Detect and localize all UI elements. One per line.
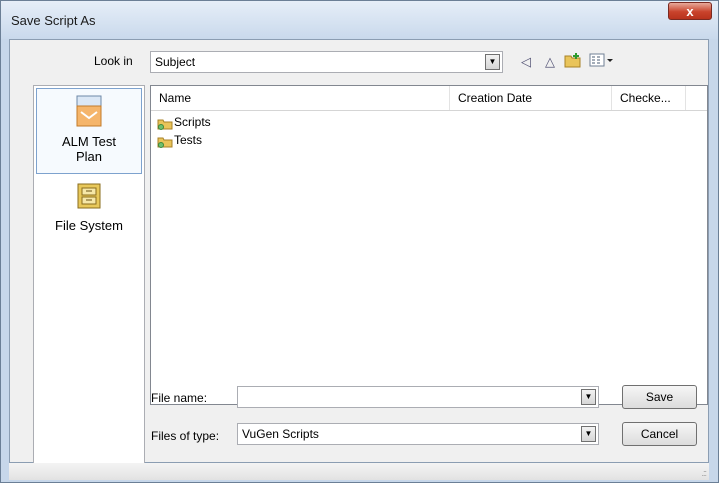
dialog-body: Look in Subject ▼ ◁ △ ALM Test Plan File… bbox=[9, 39, 709, 471]
resize-grip-icon[interactable]: .:: bbox=[701, 468, 706, 478]
places-bar: ALM Test Plan File System bbox=[33, 85, 145, 471]
list-item[interactable]: Tests bbox=[157, 131, 202, 149]
files-of-type-label: Files of type: bbox=[151, 429, 220, 443]
back-icon[interactable]: ◁ bbox=[516, 52, 536, 72]
place-label: ALM Test Plan bbox=[62, 134, 116, 164]
save-script-as-dialog: Save Script As x Look in Subject ▼ ◁ △ A… bbox=[0, 0, 719, 483]
column-header-name[interactable]: Name bbox=[151, 86, 450, 110]
place-alm-test-plan[interactable]: ALM Test Plan bbox=[36, 88, 142, 174]
files-of-type-combo[interactable]: VuGen Scripts ▼ bbox=[237, 423, 599, 445]
column-header-checked[interactable]: Checke... bbox=[612, 86, 686, 110]
list-item[interactable]: Scripts bbox=[157, 113, 211, 131]
file-name-combo[interactable]: ▼ bbox=[237, 386, 599, 408]
place-file-system[interactable]: File System bbox=[36, 182, 142, 233]
new-folder-icon[interactable] bbox=[563, 52, 583, 72]
file-list-header: Name Creation Date Checke... bbox=[151, 86, 707, 111]
dialog-title: Save Script As bbox=[11, 13, 96, 28]
look-in-combo[interactable]: Subject ▼ bbox=[150, 51, 503, 73]
list-item-label: Tests bbox=[174, 133, 203, 147]
status-bar: .:: bbox=[9, 463, 709, 480]
cancel-button[interactable]: Cancel bbox=[622, 422, 697, 446]
file-list[interactable]: Name Creation Date Checke... Scripts Tes… bbox=[150, 85, 708, 405]
file-system-icon bbox=[77, 183, 101, 209]
alm-test-plan-icon bbox=[76, 95, 102, 127]
column-header-creation-date[interactable]: Creation Date bbox=[450, 86, 612, 110]
chevron-down-icon[interactable]: ▼ bbox=[485, 54, 500, 70]
folder-icon bbox=[157, 135, 173, 148]
folder-icon bbox=[157, 117, 173, 130]
look-in-label: Look in bbox=[94, 54, 133, 68]
view-menu-icon[interactable] bbox=[588, 52, 616, 72]
close-button[interactable]: x bbox=[668, 2, 712, 20]
close-icon: x bbox=[686, 4, 694, 19]
look-in-value: Subject bbox=[155, 55, 196, 69]
file-name-label: File name: bbox=[151, 391, 208, 405]
list-item-label: Scripts bbox=[174, 115, 211, 129]
files-of-type-value: VuGen Scripts bbox=[242, 427, 319, 441]
chevron-down-icon[interactable]: ▼ bbox=[581, 426, 596, 442]
place-label: File System bbox=[55, 218, 123, 233]
save-button[interactable]: Save bbox=[622, 385, 697, 409]
title-bar[interactable]: Save Script As x bbox=[1, 1, 718, 39]
up-folder-icon[interactable]: △ bbox=[540, 52, 560, 72]
chevron-down-icon[interactable]: ▼ bbox=[581, 389, 596, 405]
